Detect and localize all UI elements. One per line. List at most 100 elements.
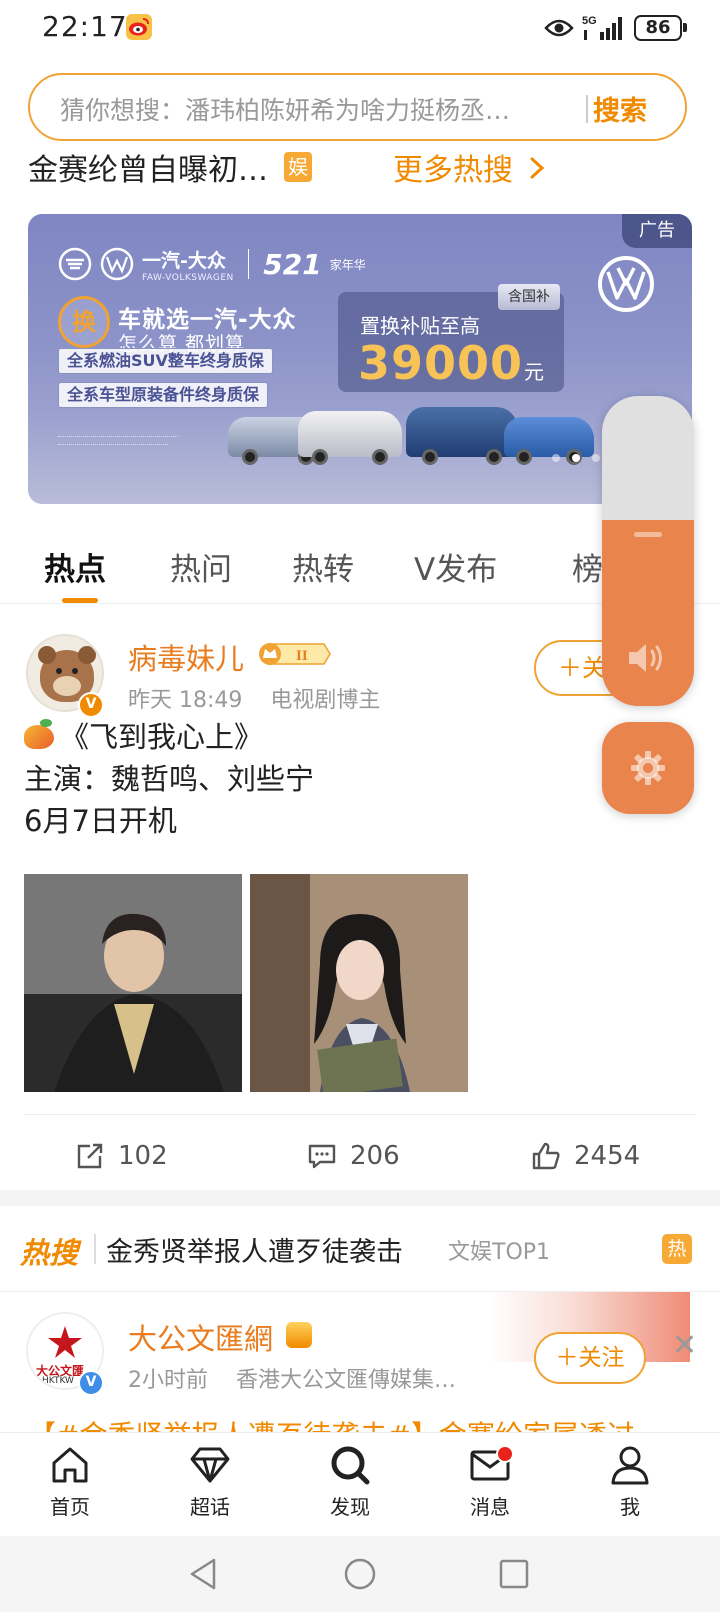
hot-badge: 热 <box>662 1234 692 1264</box>
search-divider <box>586 95 588 123</box>
close-icon[interactable]: ✕ <box>672 1328 697 1363</box>
car-image <box>406 407 518 465</box>
author-name[interactable]: 病毒妹儿 <box>128 636 244 678</box>
woman-portrait-image <box>250 874 468 1092</box>
recents-icon[interactable] <box>496 1556 532 1592</box>
comment-icon <box>308 1144 336 1169</box>
like-count: 2454 <box>574 1141 641 1171</box>
back-icon[interactable] <box>186 1556 222 1592</box>
search-button[interactable]: 搜索 <box>593 89 647 128</box>
gear-icon <box>631 751 665 785</box>
post-title: 《飞到我心上》 <box>60 720 264 754</box>
tab-hot-questions[interactable]: 热问 <box>170 544 232 589</box>
carousel-dots[interactable] <box>552 454 600 462</box>
carousel-dot[interactable] <box>552 454 560 462</box>
trend-separator <box>94 1234 96 1264</box>
trend-title[interactable]: 金秀贤举报人遭歹徒袭击 <box>106 1230 403 1269</box>
hot-search-logo: 热搜 <box>20 1236 79 1270</box>
search-input[interactable]: 猜你想搜：潘玮柏陈妍希为啥力挺杨丞… <box>60 91 580 127</box>
post-time: 2小时前 <box>128 1368 208 1393</box>
ad-brand-text-block: 一汽-大众 FAW-VOLKSWAGEN <box>142 246 234 283</box>
repost-count: 102 <box>118 1141 168 1171</box>
nav-home-label: 首页 <box>50 1495 90 1519</box>
nav-me[interactable]: 我 <box>580 1443 680 1520</box>
author-source: 香港大公文匯傳媒集… <box>236 1368 457 1393</box>
subsidy-amount: 39000 <box>358 336 524 390</box>
post-divider <box>24 1114 696 1115</box>
post-meta: 2小时前 香港大公文匯傳媒集… <box>128 1362 456 1394</box>
nav-discover-label: 发现 <box>330 1495 370 1519</box>
car-image <box>298 411 402 465</box>
more-hot-search-link[interactable]: 更多热搜 <box>393 145 545 189</box>
follow-button[interactable]: ＋关注 <box>534 1332 646 1384</box>
section-separator <box>0 1190 720 1206</box>
tab-hot[interactable]: 热点 <box>44 544 106 589</box>
subsidy-box: 含国补 置换补贴至高 39000 元 <box>338 284 564 392</box>
speaker-icon <box>629 644 662 672</box>
tab-ranking[interactable]: 榜 <box>572 544 603 589</box>
ad-event-name: 家年华 <box>329 257 366 272</box>
volume-settings-button[interactable] <box>602 722 694 814</box>
member-level-icon: II <box>259 643 331 665</box>
carousel-dot[interactable] <box>572 454 580 462</box>
volume-handle[interactable] <box>634 532 662 537</box>
battery-indicator: 86 <box>634 15 687 41</box>
tab-hot-reposts[interactable]: 热转 <box>292 544 354 589</box>
subsidy-label: 置换补贴至高 <box>360 314 480 338</box>
subsidy-unit: 元 <box>524 360 544 384</box>
verified-badge-icon: V <box>78 1370 104 1396</box>
post-cast-line: 主演：魏哲鸣、刘些宁 <box>24 762 315 796</box>
ad-brand-name: 一汽-大众 <box>142 249 226 272</box>
trade-in-badge: 换 <box>58 296 110 348</box>
ad-warranty-pill-1: 全系燃油SUV整车终身质保 <box>58 348 273 374</box>
trend-rank: 文娱TOP1 <box>448 1240 551 1265</box>
like-button[interactable]: 2454 <box>530 1132 640 1180</box>
ad-tag: 广告 <box>622 214 692 248</box>
ad-brand-sub: FAW-VOLKSWAGEN <box>142 272 234 283</box>
nav-me-label: 我 <box>620 1495 640 1519</box>
post-meta: 昨天 18:49 电视剧博主 <box>128 682 380 714</box>
eye-icon <box>544 19 574 37</box>
thumbs-up-icon <box>532 1142 560 1170</box>
comment-button[interactable]: 206 <box>306 1132 400 1180</box>
feed-post[interactable]: 大公文匯 HKTKW V 大公文匯網 2小时前 香港大公文匯傳媒集… ＋关注 ✕… <box>0 1292 720 1432</box>
nav-messages[interactable]: 消息 <box>440 1443 540 1520</box>
avatar-subtext: HKTKW <box>42 1376 74 1386</box>
ad-banner[interactable]: 广告 一汽-大众 FAW-VOLKSWAGEN 521 家年华 换 车就选一汽-… <box>28 214 692 504</box>
post-image-2[interactable] <box>250 874 468 1092</box>
post-date-line: 6月7日开机 <box>24 804 177 838</box>
author-name[interactable]: 大公文匯網 <box>128 1316 273 1358</box>
hot-search-item[interactable]: 金赛纶曾自曝初… <box>28 145 268 189</box>
search-bar[interactable]: 猜你想搜：潘玮柏陈妍希为啥力挺杨丞… 搜索 <box>28 73 687 141</box>
active-tab-indicator <box>62 598 98 603</box>
nav-home[interactable]: 首页 <box>20 1443 120 1520</box>
gift-badge-icon <box>286 1322 312 1348</box>
more-hot-label: 更多热搜 <box>393 153 513 188</box>
chevron-right-icon <box>530 157 544 179</box>
hot-search-row: 金赛纶曾自曝初… 娱 更多热搜 <box>28 145 688 189</box>
vw-logo-icon <box>598 256 654 312</box>
nav-discover[interactable]: 发现 <box>300 1443 400 1520</box>
nav-messages-label: 消息 <box>470 1495 510 1519</box>
ad-brand-separator <box>247 249 250 279</box>
bottom-nav: 首页 超话 发现 消息 我 <box>0 1432 720 1536</box>
status-time: 22:17 <box>42 10 128 43</box>
volume-slider[interactable] <box>602 396 694 706</box>
faw-logo-icon <box>58 247 92 281</box>
vw-logo-small-icon <box>100 247 134 281</box>
volume-level-fill <box>602 520 694 706</box>
nav-super-topic-label: 超话 <box>190 1495 230 1519</box>
post-snippet: 【#金秀贤举报人遭歹徒袭击#】金赛纶家属透过 <box>28 1414 635 1432</box>
person-icon <box>611 1446 649 1485</box>
hot-search-trend[interactable]: 热搜 金秀贤举报人遭歹徒袭击 文娱TOP1 热 <box>0 1208 720 1292</box>
nav-super-topic[interactable]: 超话 <box>160 1443 260 1520</box>
carousel-dot[interactable] <box>592 454 600 462</box>
repost-icon <box>77 1143 103 1169</box>
diamond-icon <box>190 1447 230 1483</box>
home-circle-icon[interactable] <box>342 1556 378 1592</box>
status-bar: 22:17 5G 86 <box>0 0 720 56</box>
tab-v-publish[interactable]: V发布 <box>414 544 497 589</box>
svg-text:5G: 5G <box>582 15 597 27</box>
post-image-1[interactable] <box>24 874 242 1092</box>
repost-button[interactable]: 102 <box>74 1132 168 1180</box>
